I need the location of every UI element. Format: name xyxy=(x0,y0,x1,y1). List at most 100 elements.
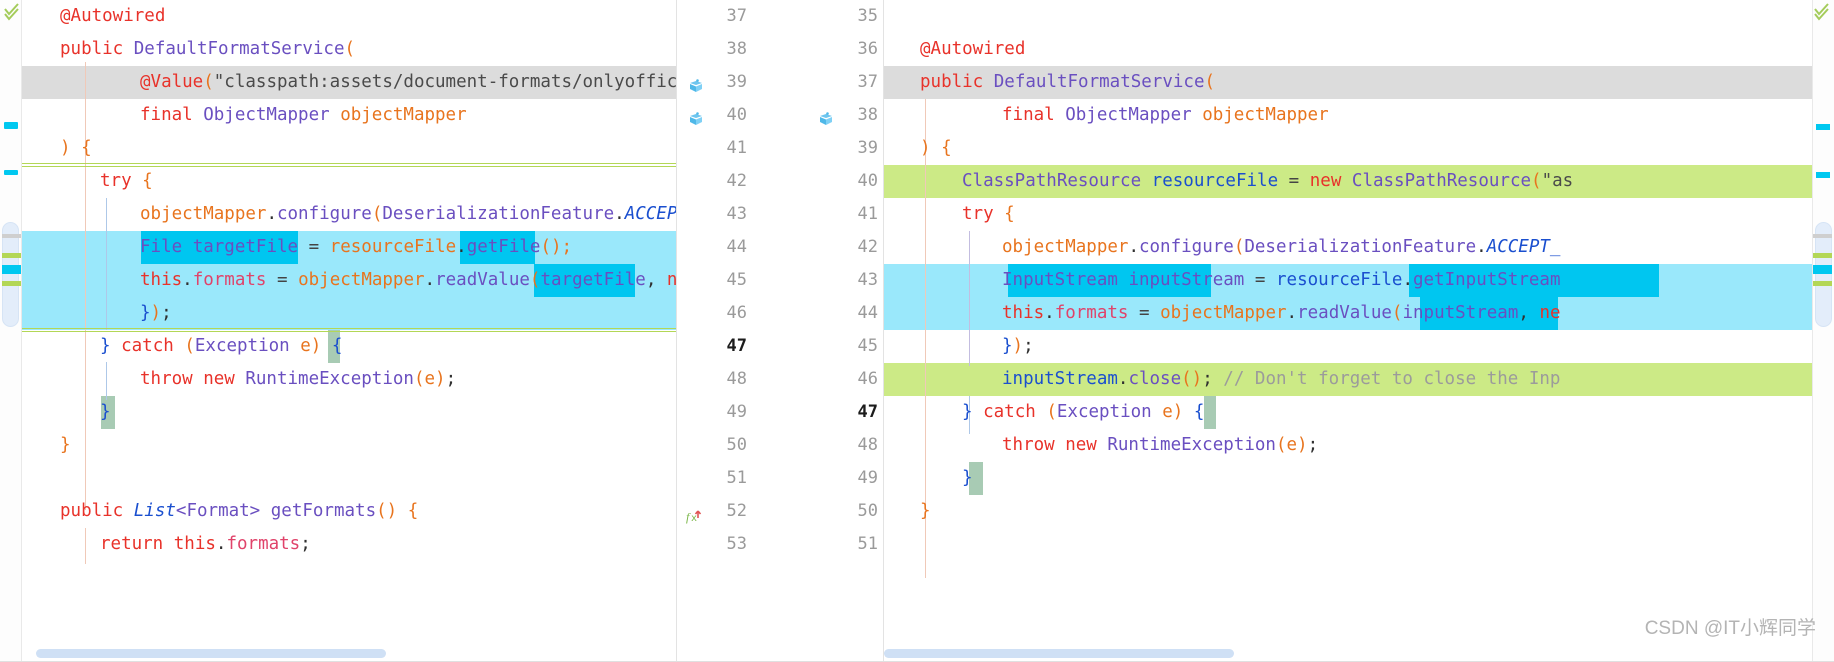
left-line-number: 48 xyxy=(726,369,747,389)
right-line-number: 49 xyxy=(857,468,878,488)
left-line-number: 41 xyxy=(726,138,747,158)
code-line[interactable]: throw new RuntimeException(e); xyxy=(0,363,676,396)
right-line-number: 46 xyxy=(857,369,878,389)
code-line[interactable]: } catch (Exception e) { xyxy=(0,330,676,363)
code-line[interactable]: } xyxy=(0,429,676,462)
code-line[interactable] xyxy=(0,462,676,495)
code-line[interactable]: @Autowired xyxy=(0,0,676,33)
code-line[interactable]: } catch (Exception e) { xyxy=(884,396,1834,429)
left-line-number: 38 xyxy=(726,39,747,59)
diff-gutter: 37 35 38 36 39 37 40 38 41 39 42 40 43 41 44 4… xyxy=(676,0,884,662)
right-line-number: 44 xyxy=(857,303,878,323)
gutter-row: 48 46 xyxy=(676,363,884,396)
code-line[interactable] xyxy=(884,528,1834,561)
left-line-number: 53 xyxy=(726,534,747,554)
code-line[interactable]: }); xyxy=(884,330,1834,363)
gutter-row: 50 48 xyxy=(676,429,884,462)
code-line[interactable] xyxy=(884,0,1834,33)
gutter-row: 44 42 xyxy=(676,231,884,264)
code-line[interactable]: try { xyxy=(884,198,1834,231)
stripe-mark-added xyxy=(1813,253,1832,258)
stripe-mark-modified xyxy=(2,265,21,274)
code-line[interactable]: objectMapper.configure(DeserializationFe… xyxy=(884,231,1834,264)
right-line-number: 48 xyxy=(857,435,878,455)
code-line[interactable]: @Value("classpath:assets/document-format… xyxy=(0,66,676,99)
analysis-ok-icon xyxy=(1812,1,1832,25)
gutter-row: 49 47 xyxy=(676,396,884,429)
gutter-row: fx 52 50 xyxy=(676,495,884,528)
stripe-mark-modified xyxy=(1816,124,1830,130)
left-horizontal-scrollbar[interactable] xyxy=(36,649,386,658)
right-line-number: 41 xyxy=(857,204,878,224)
left-line-number: 37 xyxy=(726,6,747,26)
diff-boundary-line xyxy=(22,163,676,164)
code-line[interactable]: @Autowired xyxy=(884,33,1834,66)
stripe-mark-modified xyxy=(1816,172,1830,178)
gutter-row: 40 38 xyxy=(676,99,884,132)
right-line-number: 42 xyxy=(857,237,878,257)
watermark: CSDN @IT小辉同学 xyxy=(1644,618,1816,639)
code-line[interactable]: public List<Format> getFormats() { xyxy=(0,495,676,528)
left-line-number: 49 xyxy=(726,402,747,422)
left-code-lines: @Autowired public DefaultFormatService( … xyxy=(0,0,676,561)
gutter-row: 47 45 xyxy=(676,330,884,363)
right-line-number: 43 xyxy=(857,270,878,290)
diff-viewer-root: @Autowired public DefaultFormatService( … xyxy=(0,0,1834,662)
stripe-mark-added xyxy=(1813,281,1832,286)
right-line-number: 39 xyxy=(857,138,878,158)
gutter-row: 39 37 xyxy=(676,66,884,99)
right-line-number: 51 xyxy=(857,534,878,554)
stripe-mark-grey xyxy=(2,234,21,238)
code-line[interactable]: ) { xyxy=(884,132,1834,165)
code-line[interactable]: final ObjectMapper objectMapper xyxy=(884,99,1834,132)
code-line[interactable]: } xyxy=(0,396,676,429)
left-line-number: 44 xyxy=(726,237,747,257)
stripe-mark-modified xyxy=(4,170,18,175)
code-line[interactable]: final ObjectMapper objectMapper xyxy=(0,99,676,132)
right-error-stripe[interactable] xyxy=(1812,0,1834,662)
code-line[interactable]: return this.formats; xyxy=(0,528,676,561)
right-line-number: 40 xyxy=(857,171,878,191)
right-code-pane[interactable]: @Autowired public DefaultFormatService( … xyxy=(884,0,1834,662)
left-code-pane[interactable]: @Autowired public DefaultFormatService( … xyxy=(0,0,676,662)
code-line[interactable]: } xyxy=(884,462,1834,495)
left-line-number: 39 xyxy=(726,72,747,92)
gutter-row: 51 49 xyxy=(676,462,884,495)
gutter-row: 42 40 xyxy=(676,165,884,198)
stripe-mark-modified xyxy=(4,122,18,129)
left-error-stripe[interactable] xyxy=(0,0,22,662)
right-line-number: 35 xyxy=(857,6,878,26)
stripe-mark-modified xyxy=(1813,265,1832,274)
svg-text:x: x xyxy=(691,513,697,524)
gutter-row: 38 36 xyxy=(676,33,884,66)
analysis-ok-icon xyxy=(2,1,22,25)
diff-boundary-line xyxy=(22,331,676,332)
diff-boundary-line xyxy=(22,328,676,329)
diff-boundary-line xyxy=(22,166,676,167)
left-line-number: 43 xyxy=(726,204,747,224)
code-line[interactable]: throw new RuntimeException(e); xyxy=(884,429,1834,462)
code-line[interactable]: } xyxy=(884,495,1834,528)
brace-match-chip xyxy=(1204,396,1216,429)
code-line[interactable]: public DefaultFormatService( xyxy=(0,33,676,66)
gutter-row: 37 35 xyxy=(676,0,884,33)
stripe-mark-grey xyxy=(1813,234,1832,238)
left-line-number: 51 xyxy=(726,468,747,488)
right-line-number: 45 xyxy=(857,336,878,356)
left-line-number: 47 xyxy=(726,336,747,356)
right-line-number: 37 xyxy=(857,72,878,92)
left-line-number: 46 xyxy=(726,303,747,323)
code-line[interactable]: try { xyxy=(0,165,676,198)
right-horizontal-scrollbar[interactable] xyxy=(884,649,1234,658)
stripe-mark-added xyxy=(2,253,21,258)
code-line[interactable]: objectMapper.configure(DeserializationFe… xyxy=(0,198,676,231)
gutter-row: 53 51 xyxy=(676,528,884,561)
code-line[interactable]: this.formats = objectMapper.readValue(ta… xyxy=(0,264,676,297)
left-line-number: 40 xyxy=(726,105,747,125)
right-line-number: 36 xyxy=(857,39,878,59)
left-line-number: 52 xyxy=(726,501,747,521)
right-line-number: 47 xyxy=(857,402,878,422)
code-line[interactable]: ) { xyxy=(0,132,676,165)
right-line-number: 38 xyxy=(857,105,878,125)
left-line-number: 50 xyxy=(726,435,747,455)
